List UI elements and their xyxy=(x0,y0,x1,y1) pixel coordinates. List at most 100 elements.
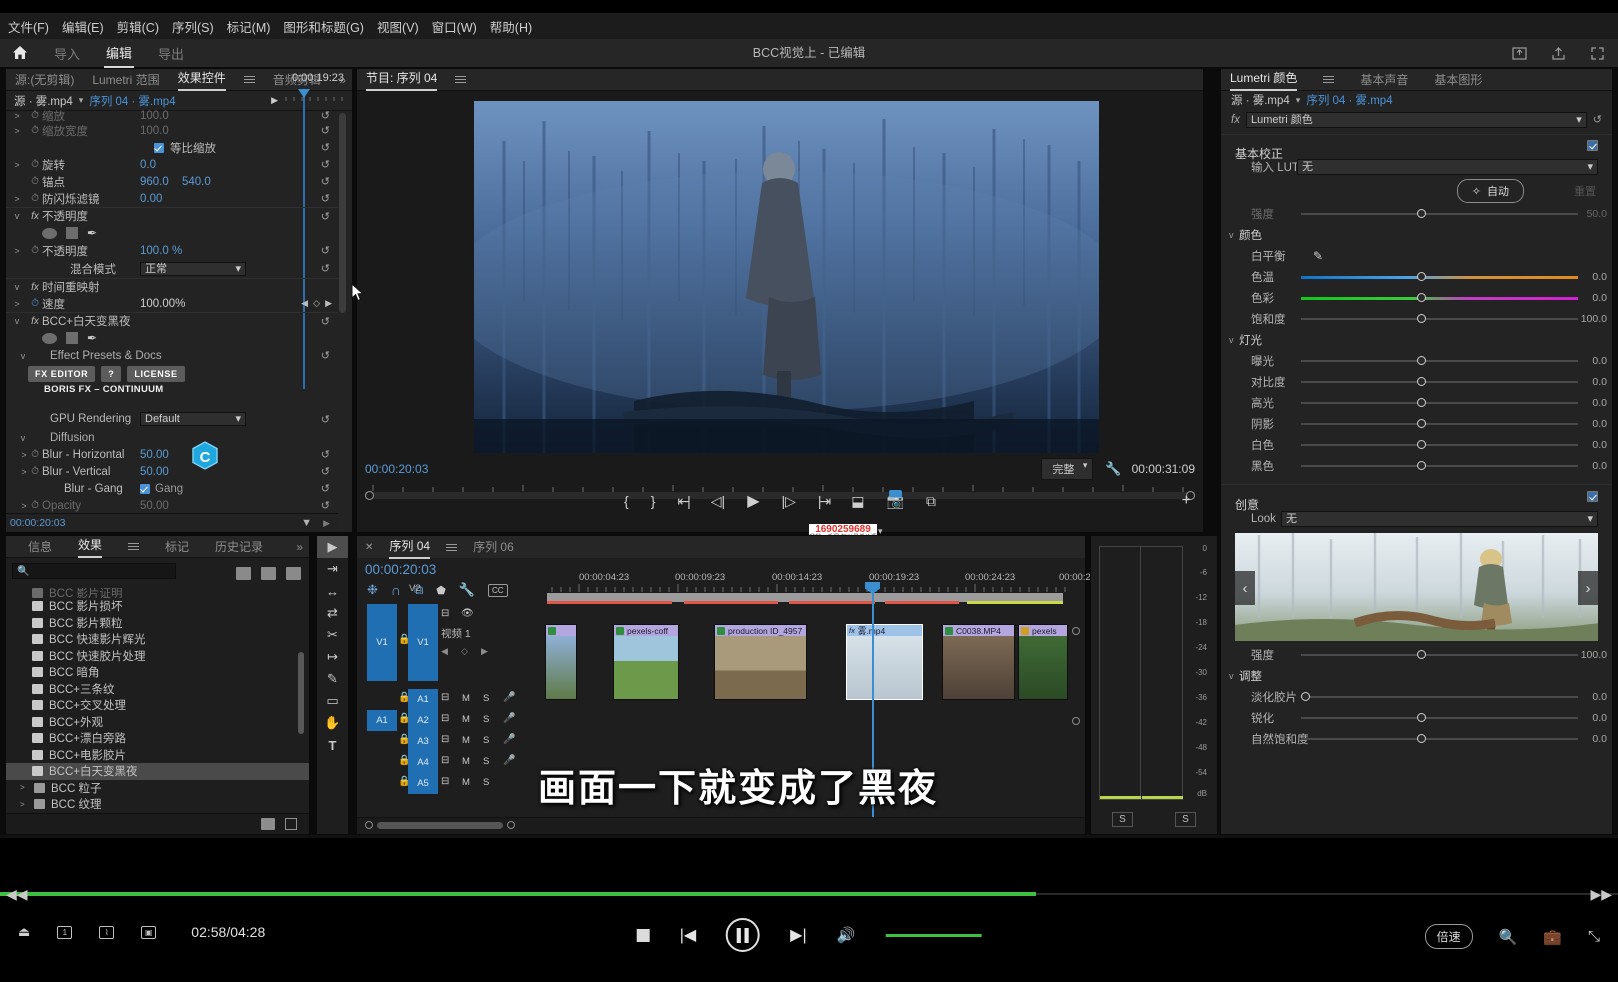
prev-icon[interactable]: |◀ xyxy=(680,925,696,945)
workspace-tab-edit[interactable]: 编辑 xyxy=(104,39,134,68)
property-row-blend-mode[interactable]: 混合模式 正常 ▾ ↺ xyxy=(6,259,338,278)
reset-icon[interactable]: ↺ xyxy=(321,244,330,257)
fullscreen-icon[interactable] xyxy=(1589,45,1606,62)
uniform-scale-checkbox[interactable] xyxy=(154,143,164,153)
stopwatch-icon[interactable]: ⏱ xyxy=(28,110,42,121)
reset-icon[interactable]: ↺ xyxy=(1593,113,1602,126)
tab-lumetri-scopes[interactable]: Lumetri 范围 xyxy=(92,70,159,90)
blend-mode-dropdown[interactable]: 正常 ▾ xyxy=(140,262,246,276)
solo-button[interactable]: S xyxy=(483,693,489,704)
slider-track[interactable] xyxy=(1301,465,1578,467)
toggle-track-output-icon[interactable]: ⊟ xyxy=(441,692,449,703)
slider-value[interactable]: 0.0 xyxy=(1592,712,1607,724)
reset-icon[interactable]: ↺ xyxy=(321,448,330,461)
property-value[interactable]: 50.00 xyxy=(140,466,169,478)
add-marker-icon[interactable]: ⬟ xyxy=(436,584,446,597)
lumetri-row-saturation[interactable]: 饱和度 100.0 xyxy=(1221,308,1612,329)
lumetri-section-creative[interactable]: 创意 xyxy=(1221,484,1612,508)
stopwatch-icon[interactable]: ⏱ xyxy=(28,245,42,256)
panel-menu-icon[interactable] xyxy=(1323,74,1334,85)
property-row-scale[interactable]: > ⏱ 缩放 100.0 ↺ xyxy=(6,109,338,122)
tab-sequence-04[interactable]: 序列 04 xyxy=(389,536,430,559)
look-dropdown[interactable]: 无 ▾ xyxy=(1281,511,1598,527)
property-value[interactable]: 100.00% xyxy=(140,298,185,310)
microphone-icon[interactable]: 🎤 xyxy=(503,713,515,724)
slider-value[interactable]: 100.0 xyxy=(1581,649,1607,661)
property-row-diffusion-group[interactable]: v Diffusion xyxy=(6,429,338,446)
slider-track[interactable] xyxy=(1301,696,1578,698)
lumetri-group-color[interactable]: v 颜色 xyxy=(1221,224,1612,245)
property-value[interactable]: 100.0 % xyxy=(140,245,182,257)
property-value[interactable]: 100.0 xyxy=(140,110,169,122)
selection-tool[interactable]: ▶ xyxy=(317,536,348,558)
reset-button[interactable]: 重置 xyxy=(1574,183,1596,199)
look-prev-arrow-right[interactable]: › xyxy=(1578,571,1598,605)
timeline-ruler[interactable]: 00:00:04:23 00:00:09:23 00:00:14:23 00:0… xyxy=(547,572,1059,594)
reset-icon[interactable]: ↺ xyxy=(321,465,330,478)
stopwatch-icon[interactable]: ⏱ xyxy=(28,193,42,204)
chevron-down-icon[interactable]: ▾ xyxy=(1296,95,1301,106)
menu-item-help[interactable]: 帮助(H) xyxy=(490,17,532,36)
slider-track[interactable] xyxy=(1301,318,1578,320)
pen-mask-icon[interactable]: ✒ xyxy=(87,226,97,240)
list-item[interactable]: BCC+交叉处理 xyxy=(6,697,309,714)
32bit-filter-icon[interactable] xyxy=(261,567,276,580)
effect-controls-mini-ruler[interactable] xyxy=(284,89,350,101)
property-row-effect-presets-docs[interactable]: v Effect Presets & Docs ↺ xyxy=(6,347,338,364)
slider-knob[interactable] xyxy=(1417,734,1426,743)
chevron-right-icon[interactable]: > xyxy=(20,800,28,809)
eject-icon[interactable]: ⏏ xyxy=(18,924,30,940)
toggle-track-output-icon[interactable]: ⊟ xyxy=(441,755,449,766)
property-row-rotation[interactable]: > ⏱ 旋转 0.0 ↺ xyxy=(6,156,338,173)
prev-keyframe-icon[interactable]: ◀ xyxy=(441,646,448,657)
reset-icon[interactable]: ↺ xyxy=(321,413,330,426)
lift-icon[interactable]: ⬓ xyxy=(851,493,864,510)
menu-item-file[interactable]: 文件(F) xyxy=(8,17,49,36)
mark-in-icon[interactable]: { xyxy=(624,493,629,509)
lumetri-row-blacks[interactable]: 黑色 0.0 xyxy=(1221,455,1612,476)
slider-value[interactable]: 0.0 xyxy=(1592,733,1607,745)
property-row-opacity[interactable]: > ⏱ 不透明度 100.0 % ↺ xyxy=(6,242,338,259)
chapter-icon[interactable]: 1 xyxy=(57,926,72,939)
list-item[interactable]: BCC 影片损坏 xyxy=(6,598,309,615)
effect-group-time-remapping[interactable]: v fx 时间重映射 xyxy=(6,278,338,295)
twirl-icon[interactable]: > xyxy=(6,246,28,256)
solo-button-left[interactable]: S xyxy=(1112,812,1133,827)
timeline-clip-selected[interactable]: fx雾.mp4 xyxy=(846,624,923,700)
screenshot-icon[interactable]: ▣ xyxy=(141,926,156,939)
panel-menu-icon[interactable] xyxy=(446,542,457,553)
reset-icon[interactable]: ↺ xyxy=(321,315,330,328)
track-lock-icon[interactable]: 🔒 xyxy=(398,634,410,645)
comparison-view-icon[interactable]: ⧉ xyxy=(926,493,936,510)
chevron-down-icon[interactable]: v xyxy=(1229,230,1234,240)
step-back-icon[interactable]: ◁| xyxy=(711,493,725,510)
property-row-scale-width[interactable]: > ⏱ 缩放宽度 100.0 ↺ xyxy=(6,122,338,139)
effects-list-scrollbar[interactable] xyxy=(298,652,304,734)
list-item-folder[interactable]: >BCC 纹理 xyxy=(6,796,309,812)
lumetri-row-intensity[interactable]: 强度 50.0 xyxy=(1221,203,1612,224)
slider-track[interactable] xyxy=(1301,423,1578,425)
lumetri-group-light[interactable]: v 灯光 xyxy=(1221,329,1612,350)
fit-dropdown[interactable]: 完整 ▾ xyxy=(1041,458,1093,480)
track-chip-a5[interactable]: A5 xyxy=(408,773,438,794)
new-bin-icon[interactable] xyxy=(261,818,275,830)
track-chip-a3[interactable]: A3 xyxy=(408,731,438,752)
menu-item-marker[interactable]: 标记(M) xyxy=(227,17,271,36)
rectangle-mask-icon[interactable] xyxy=(66,227,78,239)
forward-icon[interactable]: ▶▶ xyxy=(1590,886,1612,903)
slider-knob[interactable] xyxy=(1417,650,1426,659)
solo-button[interactable]: S xyxy=(483,714,489,725)
effect-group-bcc-day-for-night[interactable]: v fx BCC+白天变黑夜 ↺ xyxy=(6,312,338,329)
lumetri-row-creative-intensity[interactable]: 强度 100.0 xyxy=(1221,644,1612,665)
slider-knob[interactable] xyxy=(1417,314,1426,323)
slider-track[interactable] xyxy=(1301,717,1578,719)
chevron-down-icon[interactable]: ▾ xyxy=(79,95,84,106)
slider-knob[interactable] xyxy=(1417,209,1426,218)
property-row-speed[interactable]: > ⏱ 速度 100.00% ◀ ◇ ▶ xyxy=(6,295,338,312)
hscroll-handle-right[interactable] xyxy=(507,821,515,829)
slider-knob[interactable] xyxy=(1417,461,1426,470)
volume-icon[interactable]: 🔊 xyxy=(837,926,856,944)
reset-icon[interactable]: ↺ xyxy=(321,109,330,122)
stopwatch-icon-active[interactable]: ⏱ xyxy=(28,298,42,309)
solo-button[interactable]: S xyxy=(483,735,489,746)
